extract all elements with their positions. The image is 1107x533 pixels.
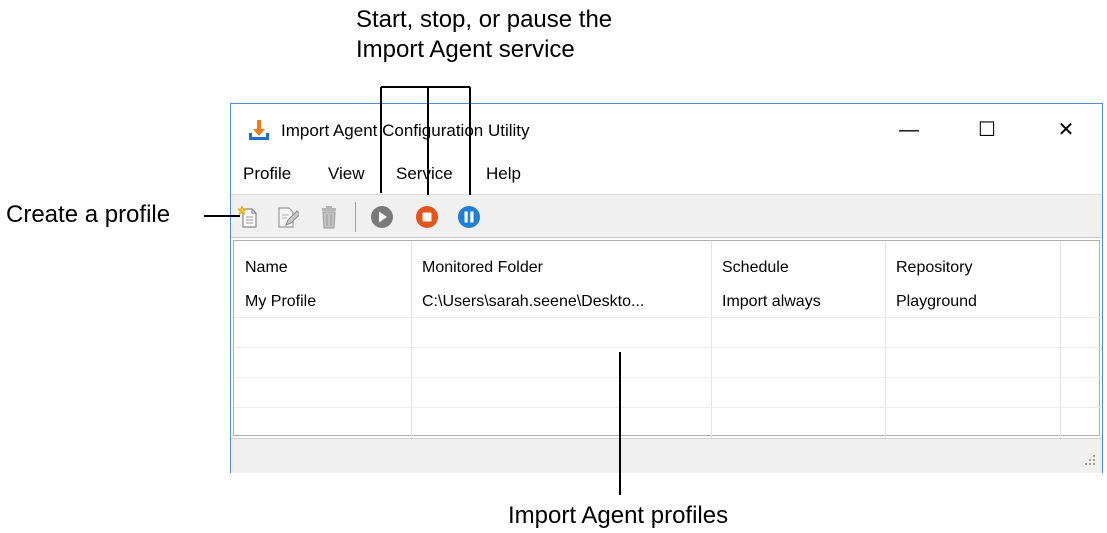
status-bar [231, 438, 1102, 473]
profiles-table[interactable]: Name Monitored Folder Schedule Repositor… [233, 240, 1101, 437]
create-profile-callout: Create a profile [6, 201, 171, 228]
start-service-icon[interactable] [370, 205, 394, 229]
pause-service-icon[interactable] [457, 205, 481, 229]
resize-grip-icon[interactable] [1082, 453, 1096, 467]
stop-service-icon[interactable] [415, 205, 439, 229]
cell-monitored-folder: C:\Users\sarah.seene\Deskto... [422, 293, 645, 310]
column-header-monitored-folder[interactable]: Monitored Folder [422, 259, 543, 277]
window-title: Import Agent Configuration Utility [281, 121, 530, 140]
service-callout: Start, stop, or pause the Import Agent s… [356, 5, 612, 65]
import-app-icon [249, 120, 269, 140]
close-button[interactable]: ✕ [1043, 112, 1089, 148]
delete-profile-icon[interactable] [317, 205, 341, 229]
cell-schedule: Import always [722, 293, 821, 310]
service-callout-line2: Import Agent service [356, 36, 575, 63]
menu-profile[interactable]: Profile [243, 164, 291, 184]
service-callout-line1: Start, stop, or pause the [356, 6, 613, 33]
column-header-name[interactable]: Name [245, 259, 288, 277]
title-bar[interactable]: Import Agent Configuration Utility — ☐ ✕ [231, 104, 1102, 156]
menu-view[interactable]: View [328, 164, 365, 184]
menu-help[interactable]: Help [486, 164, 521, 184]
app-window: Import Agent Configuration Utility — ☐ ✕… [230, 103, 1103, 473]
cell-name: My Profile [245, 293, 317, 310]
toolbar [231, 194, 1102, 238]
toolbar-separator [355, 202, 356, 232]
minimize-button[interactable]: — [886, 112, 932, 148]
profiles-callout: Import Agent profiles [508, 502, 729, 529]
cell-repository: Playground [896, 293, 977, 310]
column-header-schedule[interactable]: Schedule [722, 259, 789, 277]
maximize-button[interactable]: ☐ [964, 112, 1010, 148]
edit-profile-icon[interactable] [275, 205, 299, 229]
menu-bar: Profile View Service Help [231, 158, 1102, 190]
menu-service[interactable]: Service [396, 164, 453, 184]
new-profile-icon[interactable] [237, 205, 261, 229]
column-header-repository[interactable]: Repository [896, 259, 972, 277]
